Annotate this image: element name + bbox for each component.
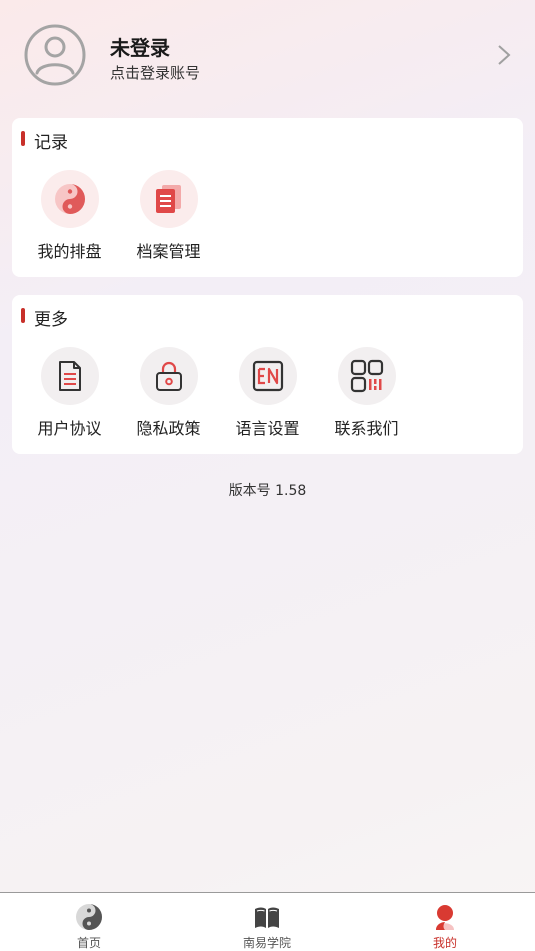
item-label: 隐私政策 <box>136 419 201 438</box>
language-settings-button[interactable]: 语言设置 <box>218 347 317 447</box>
icon-circle <box>239 347 297 405</box>
records-title: 记录 <box>34 133 68 153</box>
document-stack-icon <box>156 185 181 213</box>
contact-us-button[interactable]: 联系我们 <box>317 347 416 447</box>
tab-label: 我的 <box>432 936 457 950</box>
login-title[interactable]: 未登录 <box>110 32 170 61</box>
item-label: 语言设置 <box>235 419 300 438</box>
qr-code-icon <box>350 359 384 393</box>
archive-management-button[interactable]: 档案管理 <box>119 170 218 270</box>
item-label: 用户协议 <box>37 419 102 438</box>
tab-label: 南易学院 <box>242 936 291 950</box>
yin-yang-icon <box>55 184 85 214</box>
document-icon <box>59 361 81 391</box>
user-agreement-button[interactable]: 用户协议 <box>20 347 119 447</box>
item-label: 我的排盘 <box>37 242 102 261</box>
my-charts-button[interactable]: 我的排盘 <box>20 170 119 270</box>
more-title: 更多 <box>34 310 68 330</box>
user-icon <box>436 905 454 930</box>
icon-circle <box>41 347 99 405</box>
yin-yang-icon <box>76 904 102 930</box>
privacy-policy-button[interactable]: 隐私政策 <box>119 347 218 447</box>
item-label: 联系我们 <box>334 419 399 438</box>
tab-label: 首页 <box>76 936 101 950</box>
book-icon <box>255 907 279 928</box>
profile-header[interactable]: 未登录 点击登录账号 <box>0 0 535 110</box>
tab-mine[interactable]: 我的 <box>356 893 534 951</box>
tab-academy[interactable]: 南易学院 <box>178 893 356 951</box>
item-label: 档案管理 <box>136 242 201 261</box>
icon-circle <box>338 347 396 405</box>
tab-home[interactable]: 首页 <box>0 893 178 951</box>
records-card: 记录 我的排盘 档案管理 <box>12 118 523 277</box>
lock-icon <box>156 361 182 391</box>
icon-circle <box>140 347 198 405</box>
more-card: 更多 用户协议 隐私政策 语言设置 联系我们 <box>12 295 523 454</box>
bottom-tab-bar: 首页 南易学院 我的 <box>0 892 535 951</box>
version-text: 版本号 1.58 <box>228 483 307 499</box>
login-subtitle[interactable]: 点击登录账号 <box>110 62 200 83</box>
icon-circle <box>140 170 198 228</box>
section-marker <box>21 131 25 146</box>
avatar-icon[interactable] <box>24 24 86 86</box>
language-en-icon <box>252 360 284 392</box>
icon-circle <box>41 170 99 228</box>
chevron-right-icon[interactable] <box>495 44 513 66</box>
section-marker <box>21 308 25 323</box>
